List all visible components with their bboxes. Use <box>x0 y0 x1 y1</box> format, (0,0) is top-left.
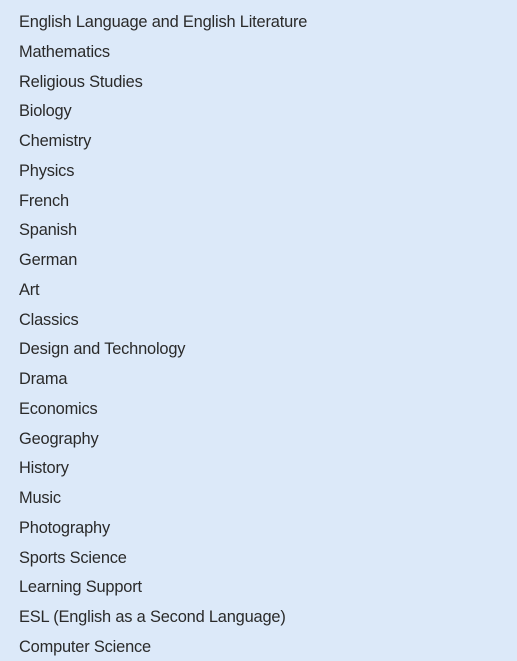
list-item[interactable]: Design and Technology <box>0 335 517 365</box>
list-item[interactable]: Music <box>0 484 517 514</box>
list-item[interactable]: Chemistry <box>0 127 517 157</box>
list-item[interactable]: Mathematics <box>0 38 517 68</box>
list-item[interactable]: Biology <box>0 97 517 127</box>
list-item[interactable]: Classics <box>0 306 517 336</box>
list-item[interactable]: ESL (English as a Second Language) <box>0 603 517 633</box>
list-item[interactable]: Spanish <box>0 216 517 246</box>
list-item[interactable]: Computer Science <box>0 633 517 661</box>
list-item[interactable]: Sports Science <box>0 544 517 574</box>
list-item[interactable]: History <box>0 454 517 484</box>
list-item[interactable]: Learning Support <box>0 573 517 603</box>
list-item[interactable]: Economics <box>0 395 517 425</box>
list-item[interactable]: Geography <box>0 425 517 455</box>
list-item[interactable]: Physics <box>0 157 517 187</box>
list-item[interactable]: French <box>0 187 517 217</box>
list-item[interactable]: German <box>0 246 517 276</box>
list-item[interactable]: Photography <box>0 514 517 544</box>
list-item[interactable]: English Language and English Literature <box>0 8 517 38</box>
subject-list: English Language and English Literature M… <box>0 8 517 661</box>
list-item[interactable]: Drama <box>0 365 517 395</box>
list-item[interactable]: Religious Studies <box>0 68 517 98</box>
list-item[interactable]: Art <box>0 276 517 306</box>
subject-list-panel: English Language and English Literature M… <box>0 0 517 661</box>
